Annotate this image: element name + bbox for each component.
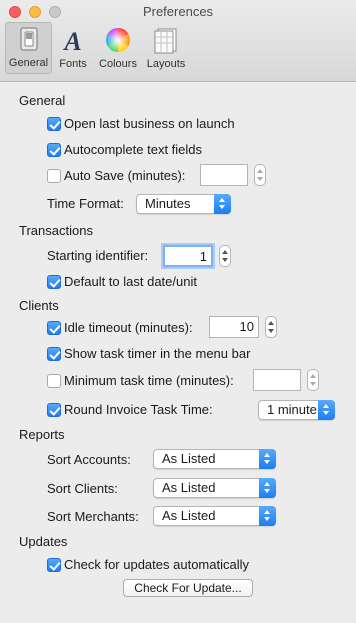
- chevron-up-down-icon: [318, 400, 335, 420]
- min-task-time-checkbox[interactable]: [47, 374, 61, 388]
- font-icon: A: [62, 27, 81, 54]
- round-invoice-checkbox[interactable]: [47, 403, 61, 417]
- starting-identifier-field[interactable]: 1: [163, 245, 213, 267]
- title-bar: Preferences General A Fonts Colours Layo…: [0, 0, 356, 82]
- idle-timeout-stepper[interactable]: [265, 316, 277, 338]
- clients-heading: Clients: [19, 298, 59, 313]
- tab-colours[interactable]: Colours: [94, 24, 142, 74]
- switch-icon: [20, 27, 37, 51]
- tab-layouts-label: Layouts: [146, 58, 186, 70]
- round-invoice-value: 1 minute: [267, 402, 317, 417]
- sort-merchants-value: As Listed: [162, 508, 216, 523]
- tab-general-label: General: [8, 57, 49, 69]
- reports-heading: Reports: [19, 427, 65, 442]
- time-format-select[interactable]: Minutes: [136, 194, 231, 214]
- idle-timeout-checkbox[interactable]: [47, 321, 61, 335]
- chevron-up-down-icon: [259, 478, 276, 498]
- general-heading: General: [19, 93, 66, 108]
- chevron-up-down-icon: [259, 449, 276, 469]
- default-last-checkbox[interactable]: [47, 275, 61, 289]
- time-format-label: Time Format:: [47, 196, 124, 211]
- autocomplete-checkbox[interactable]: [47, 143, 61, 157]
- round-invoice-select[interactable]: 1 minute: [258, 400, 335, 420]
- min-task-time-label: Minimum task time (minutes):: [64, 373, 234, 388]
- auto-save-stepper[interactable]: [254, 164, 266, 186]
- check-auto-label: Check for updates automatically: [64, 557, 249, 572]
- sort-accounts-label: Sort Accounts:: [47, 452, 131, 467]
- color-wheel-icon: [105, 27, 131, 52]
- starting-identifier-stepper[interactable]: [219, 245, 231, 267]
- sort-clients-value: As Listed: [162, 480, 216, 495]
- check-for-update-button[interactable]: Check For Update...: [123, 579, 253, 597]
- min-task-time-stepper[interactable]: [307, 369, 319, 391]
- sort-clients-label: Sort Clients:: [47, 481, 118, 496]
- idle-timeout-field[interactable]: 10: [209, 316, 259, 338]
- show-timer-label: Show task timer in the menu bar: [64, 346, 251, 361]
- idle-timeout-label: Idle timeout (minutes):: [64, 320, 193, 335]
- tab-general[interactable]: General: [5, 22, 52, 74]
- transactions-heading: Transactions: [19, 223, 93, 238]
- round-invoice-label: Round Invoice Task Time:: [64, 402, 213, 417]
- sort-merchants-label: Sort Merchants:: [47, 509, 139, 524]
- sort-accounts-select[interactable]: As Listed: [153, 449, 276, 469]
- check-auto-checkbox[interactable]: [47, 558, 61, 572]
- starting-identifier-label: Starting identifier:: [47, 248, 149, 263]
- updates-heading: Updates: [19, 534, 68, 549]
- autocomplete-label: Autocomplete text fields: [64, 142, 203, 157]
- tab-colours-label: Colours: [99, 58, 137, 70]
- auto-save-checkbox[interactable]: [47, 169, 61, 183]
- chevron-up-down-icon: [259, 506, 276, 526]
- svg-text:A: A: [62, 27, 81, 54]
- default-last-label: Default to last date/unit: [64, 274, 197, 289]
- tab-fonts-label: Fonts: [59, 58, 87, 70]
- show-timer-checkbox[interactable]: [47, 347, 61, 361]
- chevron-up-down-icon: [214, 194, 231, 214]
- tab-layouts[interactable]: Layouts: [143, 24, 189, 74]
- sort-clients-select[interactable]: As Listed: [153, 478, 276, 498]
- open-last-label: Open last business on launch: [64, 116, 235, 131]
- sort-accounts-value: As Listed: [162, 451, 216, 466]
- auto-save-field[interactable]: [200, 164, 248, 186]
- time-format-value: Minutes: [145, 196, 191, 211]
- min-task-time-field[interactable]: [253, 369, 301, 391]
- open-last-checkbox[interactable]: [47, 117, 61, 131]
- window-title: Preferences: [142, 4, 214, 19]
- auto-save-label: Auto Save (minutes):: [64, 168, 186, 183]
- tab-fonts[interactable]: A Fonts: [54, 24, 92, 74]
- layout-icon: [154, 28, 177, 54]
- sort-merchants-select[interactable]: As Listed: [153, 506, 276, 526]
